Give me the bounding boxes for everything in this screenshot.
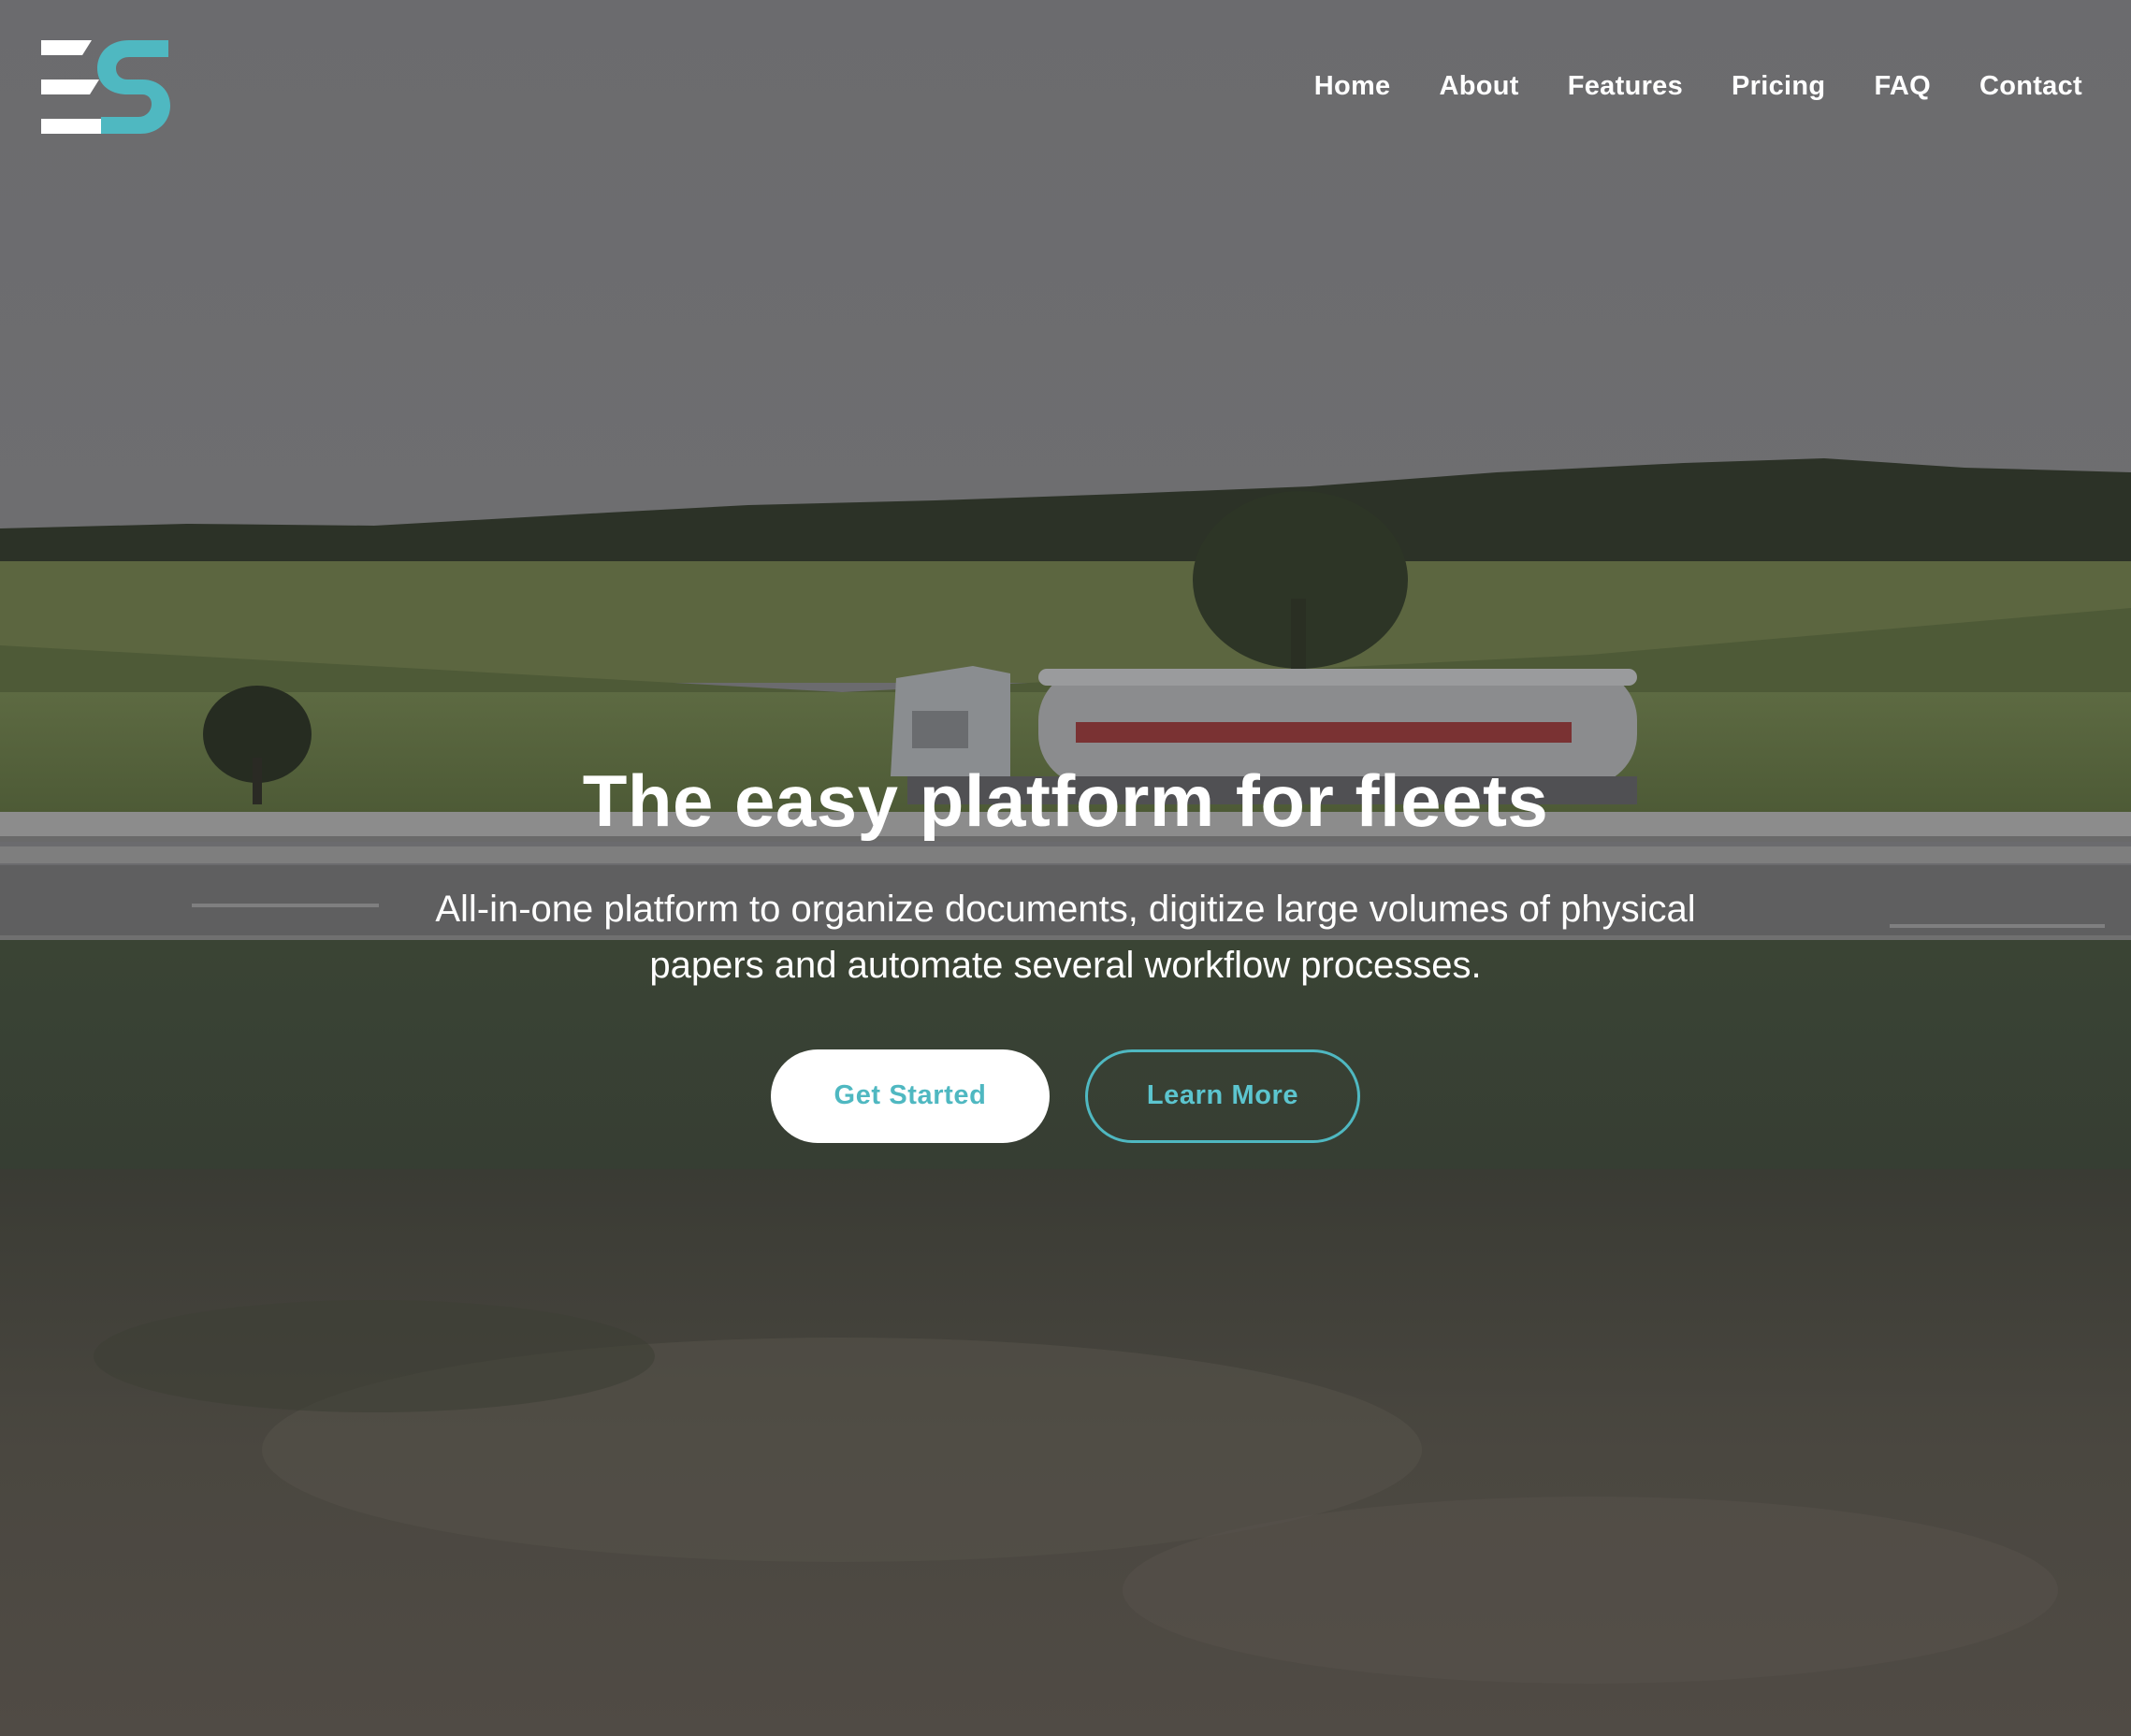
es-monogram-logo[interactable] <box>37 38 170 136</box>
nav-item-home[interactable]: Home <box>1314 71 1391 102</box>
nav-item-faq[interactable]: FAQ <box>1874 71 1931 102</box>
hero-section: The easy platform for fleets All-in-one … <box>0 758 2131 1143</box>
landing-page: Home About Features Pricing FAQ Contact … <box>0 0 2131 1736</box>
hero-title: The easy platform for fleets <box>582 760 1549 842</box>
learn-more-button[interactable]: Learn More <box>1085 1049 1360 1143</box>
nav-item-about[interactable]: About <box>1439 71 1518 102</box>
nav-item-contact[interactable]: Contact <box>1979 71 2082 102</box>
get-started-button[interactable]: Get Started <box>771 1049 1050 1143</box>
site-header: Home About Features Pricing FAQ Contact <box>0 0 2131 173</box>
hero-cta-group: Get Started Learn More <box>771 1049 1360 1143</box>
nav-item-pricing[interactable]: Pricing <box>1732 71 1825 102</box>
hero-subtitle: All-in-one platform to organize document… <box>435 888 1696 986</box>
nav-item-features[interactable]: Features <box>1568 71 1683 102</box>
main-nav: Home About Features Pricing FAQ Contact <box>1266 71 2082 102</box>
